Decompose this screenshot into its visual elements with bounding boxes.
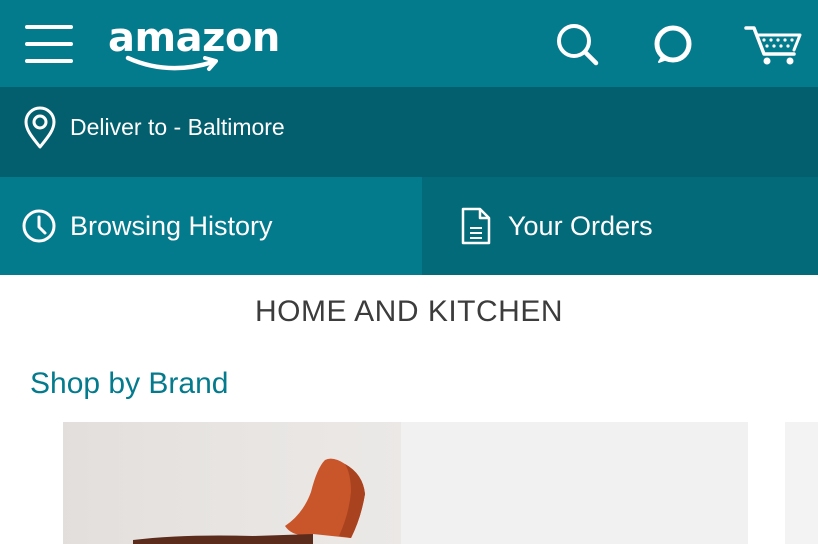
brand-card-partial[interactable] xyxy=(785,422,818,544)
search-icon[interactable] xyxy=(553,20,601,68)
brand-card[interactable] xyxy=(401,422,748,544)
clock-icon xyxy=(21,208,57,244)
deliver-to-label: Deliver to - Baltimore xyxy=(70,114,285,140)
location-pin-icon xyxy=(22,106,58,150)
document-icon xyxy=(459,206,493,246)
menu-icon[interactable] xyxy=(25,23,73,65)
chair-image xyxy=(63,422,401,544)
category-title: HOME AND KITCHEN xyxy=(254,295,564,328)
amazon-logo[interactable]: amazon xyxy=(108,12,283,74)
shop-by-brand-link[interactable]: Shop by Brand xyxy=(30,364,228,404)
tab-your-orders-label: Your Orders xyxy=(508,211,653,241)
tab-browsing-history-label: Browsing History xyxy=(70,211,273,241)
cart-icon[interactable] xyxy=(744,20,804,68)
alexa-icon[interactable] xyxy=(649,20,697,68)
smile-arrow-icon xyxy=(125,55,218,71)
